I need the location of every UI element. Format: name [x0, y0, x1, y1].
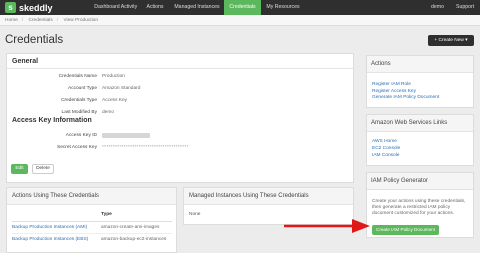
- sidebar-actions-panel: Actions Register IAM Role Register Acces…: [366, 55, 474, 108]
- register-access-key-link[interactable]: Register Access Key: [372, 89, 416, 94]
- header-action-name: Action Name: [12, 212, 42, 217]
- register-iam-role-link[interactable]: Register IAM Role: [372, 82, 411, 87]
- action-link[interactable]: Backup Production Instances (EBS): [12, 237, 88, 242]
- brand-logo[interactable]: s skeddly: [5, 1, 53, 14]
- general-panel: General Credentials Name Production Acco…: [6, 53, 354, 183]
- account-type-value: Amazon Standard: [102, 86, 141, 91]
- sidebar-policy-heading: IAM Policy Generator: [367, 173, 473, 190]
- support-link[interactable]: Support: [456, 0, 474, 15]
- credentials-type-label: Credentials Type: [61, 98, 97, 103]
- delete-button[interactable]: Delete: [32, 164, 54, 174]
- secret-access-key-label: Secret Access Key: [57, 145, 97, 150]
- actions-panel-heading: Actions Using These Credentials: [7, 188, 176, 205]
- top-navbar: s skeddly Dashboard Activity Actions Man…: [0, 0, 480, 15]
- table-row: Backup Production Instances (AMI) amazon…: [12, 222, 172, 233]
- managed-instances-none: None: [189, 212, 201, 217]
- sidebar-actions-heading: Actions: [367, 56, 473, 73]
- general-heading: General: [12, 58, 39, 65]
- page-title: Credentials: [5, 34, 64, 46]
- nav-my-resources[interactable]: My Resources: [261, 0, 305, 15]
- breadcrumb: Home / Credentials / View Production: [0, 15, 480, 26]
- last-modified-value: demo: [102, 110, 114, 115]
- nav-activity[interactable]: Activity: [116, 0, 142, 15]
- sidebar-aws-heading: Amazon Web Services Links: [367, 115, 473, 132]
- arrow-head: [352, 219, 370, 233]
- action-type: amazon-backup-ec2-instances: [101, 237, 167, 242]
- access-key-id-label: Access Key ID: [65, 133, 97, 138]
- aws-home-link[interactable]: AWS Home: [372, 139, 397, 144]
- ec2-console-link[interactable]: EC2 Console: [372, 146, 400, 151]
- last-modified-label: Last Modified By: [61, 110, 97, 115]
- nav-actions[interactable]: Actions: [142, 0, 168, 15]
- breadcrumb-current: View Production: [63, 18, 99, 23]
- action-type: amazon-create-ami-images: [101, 225, 160, 230]
- divider: [7, 68, 353, 69]
- breadcrumb-separator: /: [21, 18, 24, 23]
- nav-credentials[interactable]: Credentials: [224, 0, 261, 15]
- credentials-name-label: Credentials Name: [58, 74, 97, 79]
- actions-table: Action Name Type Backup Production Insta…: [12, 212, 172, 245]
- create-new-button[interactable]: + Create New ▾: [428, 35, 474, 46]
- header-type: Type: [101, 212, 112, 217]
- action-link[interactable]: Backup Production Instances (AMI): [12, 225, 87, 230]
- breadcrumb-credentials[interactable]: Credentials: [28, 18, 52, 23]
- user-menu[interactable]: demo: [431, 0, 444, 15]
- nav-managed-instances[interactable]: Managed Instances: [170, 0, 224, 15]
- table-header: Action Name Type: [12, 212, 172, 220]
- table-row: Backup Production Instances (EBS) amazon…: [12, 234, 172, 245]
- credentials-name-value: Production: [102, 74, 125, 79]
- managed-instances-heading: Managed Instances Using These Credential…: [184, 188, 353, 205]
- generate-iam-policy-link[interactable]: Generate IAM Policy Document: [372, 95, 439, 100]
- breadcrumb-home[interactable]: Home: [5, 18, 18, 23]
- edit-button[interactable]: Edit: [11, 164, 28, 174]
- credentials-type-value: Access Key: [102, 98, 128, 103]
- actions-panel: Actions Using These Credentials Action N…: [6, 187, 177, 253]
- access-key-id-redacted: [102, 133, 150, 138]
- breadcrumb-separator: /: [56, 18, 59, 23]
- iam-console-link[interactable]: IAM Console: [372, 153, 399, 158]
- sidebar-aws-panel: Amazon Web Services Links AWS Home EC2 C…: [366, 114, 474, 166]
- arrow-icon: [284, 219, 370, 233]
- secret-access-key-value: ****************************************: [102, 145, 189, 150]
- skeddly-logo-icon: s: [5, 2, 16, 13]
- create-iam-policy-button[interactable]: Create IAM Policy Document: [372, 225, 439, 235]
- brand-name: skeddly: [19, 2, 53, 13]
- account-type-label: Account Type: [68, 86, 97, 91]
- access-key-heading: Access Key Information: [12, 117, 92, 124]
- policy-description: Create your actions using these credenti…: [372, 199, 466, 216]
- sidebar-policy-panel: IAM Policy Generator Create your actions…: [366, 172, 474, 238]
